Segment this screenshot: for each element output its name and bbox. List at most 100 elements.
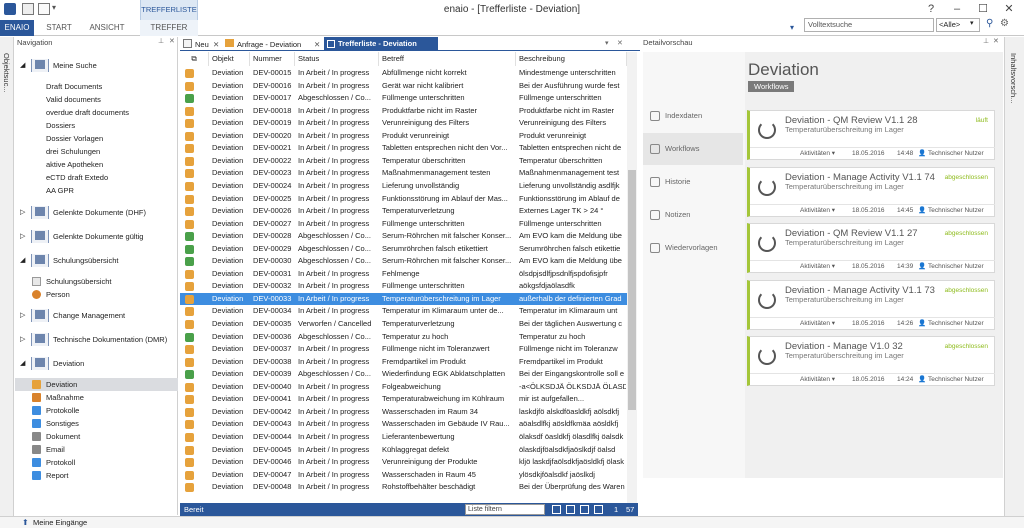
tab-ansicht[interactable]: ANSICHT (84, 20, 130, 36)
nav-item-deviation-6[interactable]: Protokoll (15, 456, 178, 469)
table-row[interactable]: Deviation DEV-00038 In Arbeit / In progres… (180, 356, 627, 369)
help-icon[interactable]: ? (920, 1, 942, 17)
tab-trefferliste-deviation[interactable]: Trefferliste - Deviation (324, 37, 438, 51)
tab-list-dropdown-icon[interactable]: ▾ (605, 39, 609, 47)
tab-enaio[interactable]: ENAIO (0, 20, 34, 36)
view-grid-icon[interactable] (580, 505, 589, 514)
collapse-icon[interactable]: ◢ (20, 357, 25, 370)
table-row[interactable]: Deviation DEV-00027 In Arbeit / In progres… (180, 218, 627, 231)
activities-dropdown[interactable]: Aktivitäten ▾ (800, 318, 835, 330)
workflow-card[interactable]: Deviation - Manage Activity V1.1 74 Tempe… (747, 166, 995, 217)
table-row[interactable]: Deviation DEV-00047 In Arbeit / In progres… (180, 469, 627, 482)
pin-icon[interactable]: ⊥ (983, 37, 989, 45)
nav-item-deviation-5[interactable]: Email (15, 443, 178, 456)
minimize-button[interactable]: – (946, 1, 968, 17)
maximize-button[interactable]: ☐ (972, 1, 994, 17)
nav-item-deviation-7[interactable]: Report (15, 469, 178, 482)
table-row[interactable]: Deviation DEV-00039 Abgeschlossen / Co... W… (180, 368, 627, 381)
search-go-icon[interactable]: ⚲ (986, 18, 993, 29)
table-row[interactable]: Deviation DEV-00028 Abgeschlossen / Co... S… (180, 230, 627, 243)
table-row[interactable]: Deviation DEV-00041 In Arbeit / In progres… (180, 393, 627, 406)
table-row[interactable]: Deviation DEV-00046 In Arbeit / In progres… (180, 456, 627, 469)
my-inbox-link[interactable]: Meine Eingänge (33, 517, 87, 529)
tab-anfrage-deviation[interactable]: Anfrage - Deviation (237, 38, 301, 51)
column-header-beschreibung[interactable]: Beschreibung (516, 52, 627, 66)
nav-item-search-1[interactable]: Valid documents (15, 93, 178, 106)
expand-icon[interactable]: ▷ (20, 230, 25, 243)
view-trash-icon[interactable] (566, 505, 575, 514)
nav-item-search-0[interactable]: Draft Documents (15, 80, 178, 93)
table-row[interactable]: Deviation DEV-00022 In Arbeit / In progres… (180, 155, 627, 168)
nav-item-deviation-3[interactable]: Sonstiges (15, 417, 178, 430)
table-row[interactable]: Deviation DEV-00029 Abgeschlossen / Co... S… (180, 243, 627, 256)
content-preview-side-tab[interactable]: Inhaltsvorsch... (1004, 37, 1024, 528)
nav-item-schulungsuebersicht[interactable]: Schulungsübersicht (15, 275, 178, 288)
nav-group-schulung[interactable]: ◢ Schulungsübersicht (15, 254, 178, 267)
nav-group-meine-suche[interactable]: ◢ Meine Suche (15, 59, 178, 72)
nav-item-deviation-1[interactable]: Maßnahme (15, 391, 178, 404)
table-row[interactable]: Deviation DEV-00037 In Arbeit / In progres… (180, 343, 627, 356)
table-row[interactable]: Deviation DEV-00044 In Arbeit / In progres… (180, 431, 627, 444)
nav-item-search-4[interactable]: Dossier Vorlagen (15, 132, 178, 145)
pin-icon[interactable]: ⊥ (158, 37, 164, 45)
search-options-icon[interactable]: ⚙ (1000, 18, 1009, 29)
nav-item-search-3[interactable]: Dossiers (15, 119, 178, 132)
table-row[interactable]: Deviation DEV-00033 In Arbeit / In progres… (180, 292, 627, 306)
nav-close-icon[interactable]: ✕ (169, 37, 175, 45)
table-row[interactable]: Deviation DEV-00024 In Arbeit / In progres… (180, 180, 627, 193)
activities-dropdown[interactable]: Aktivitäten ▾ (800, 148, 835, 160)
table-row[interactable]: Deviation DEV-00045 In Arbeit / In progres… (180, 444, 627, 457)
nav-group-change[interactable]: ▷ Change Management (15, 309, 178, 322)
table-row[interactable]: Deviation DEV-00030 Abgeschlossen / Co... S… (180, 255, 627, 268)
table-row[interactable]: Deviation DEV-00034 In Arbeit / In progres… (180, 305, 627, 318)
expand-icon[interactable]: ▷ (20, 309, 25, 322)
scrollbar-thumb[interactable] (628, 170, 636, 410)
fulltext-search-input[interactable]: Volltextsuche (804, 18, 934, 32)
collapse-icon[interactable]: ◢ (20, 254, 25, 267)
detail-side-item-wiedervorlagen[interactable]: Wiedervorlagen (643, 232, 743, 264)
column-header-icon[interactable]: ⧉ (180, 52, 209, 66)
activities-dropdown[interactable]: Aktivitäten ▾ (800, 205, 835, 217)
column-header-betreff[interactable]: Betreff (379, 52, 516, 66)
table-row[interactable]: Deviation DEV-00025 In Arbeit / In progres… (180, 193, 627, 206)
table-row[interactable]: Deviation DEV-00015 In Arbeit / In progres… (180, 67, 627, 80)
nav-item-search-5[interactable]: drei Schulungen (15, 145, 178, 158)
tab-close-icon[interactable]: ✕ (213, 38, 219, 51)
detail-side-item-workflows[interactable]: Workflows (643, 133, 743, 165)
detail-side-item-notizen[interactable]: Notizen (643, 199, 743, 231)
view-list-icon[interactable] (552, 505, 561, 514)
tab-start[interactable]: START (38, 20, 80, 36)
column-header-status[interactable]: Status (295, 52, 379, 66)
nav-group-deviation[interactable]: ◢ Deviation (15, 357, 178, 370)
activities-dropdown[interactable]: Aktivitäten ▾ (800, 374, 835, 386)
table-row[interactable]: Deviation DEV-00042 In Arbeit / In progres… (180, 406, 627, 419)
table-row[interactable]: Deviation DEV-00035 Verworfen / Cancelled T… (180, 318, 627, 331)
object-search-side-tab[interactable]: Objektsuc... (0, 37, 14, 528)
nav-item-deviation-2[interactable]: Protokolle (15, 404, 178, 417)
workflow-card[interactable]: Deviation - Manage Activity V1.1 73 Tempe… (747, 279, 995, 330)
table-row[interactable]: Deviation DEV-00040 In Arbeit / In progres… (180, 381, 627, 394)
nav-item-deviation-0[interactable]: Deviation (15, 378, 178, 391)
nav-group-gelenkte-gueltig[interactable]: ▷ Gelenkte Dokumente gültig (15, 230, 178, 243)
ribbon-collapse-icon[interactable]: ▾ (790, 23, 794, 32)
table-row[interactable]: Deviation DEV-00023 In Arbeit / In progres… (180, 167, 627, 180)
nav-item-search-8[interactable]: AA GPR (15, 184, 178, 197)
expand-icon[interactable]: ▷ (20, 333, 25, 346)
table-row[interactable]: Deviation DEV-00043 In Arbeit / In progres… (180, 418, 627, 431)
detail-close-icon[interactable]: ✕ (993, 37, 999, 45)
workflow-card[interactable]: Deviation - QM Review V1.1 27 Temperaturü… (747, 223, 995, 273)
table-row[interactable]: Deviation DEV-00048 In Arbeit / In progres… (180, 481, 627, 494)
nav-group-tech-doc[interactable]: ▷ Technische Dokumentation (DMR) (15, 333, 178, 346)
nav-item-deviation-4[interactable]: Dokument (15, 430, 178, 443)
table-row[interactable]: Deviation DEV-00016 In Arbeit / In progres… (180, 80, 627, 93)
collapse-icon[interactable]: ◢ (20, 59, 25, 72)
table-row[interactable]: Deviation DEV-00021 In Arbeit / In progres… (180, 142, 627, 155)
expand-icon[interactable]: ▷ (20, 206, 25, 219)
tab-close-icon[interactable]: ✕ (314, 38, 320, 51)
tab-treffer[interactable]: TREFFER (140, 20, 198, 36)
workflow-card[interactable]: Deviation - QM Review V1.1 28 Temperaturü… (747, 110, 995, 160)
nav-item-search-6[interactable]: aktive Apotheken (15, 158, 178, 171)
table-row[interactable]: Deviation DEV-00036 Abgeschlossen / Co... T… (180, 331, 627, 344)
view-detail-icon[interactable] (594, 505, 603, 514)
activities-dropdown[interactable]: Aktivitäten ▾ (800, 261, 835, 273)
